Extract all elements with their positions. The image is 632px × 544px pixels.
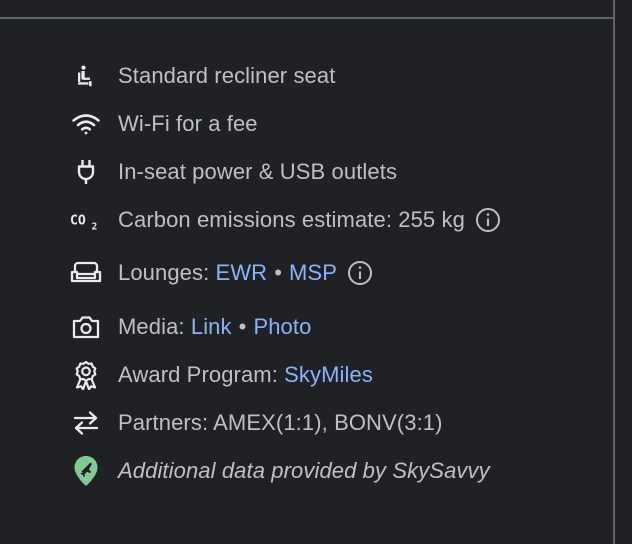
amenity-carbon: CO 2 Carbon emissions estimate: 255 kg: [70, 204, 501, 236]
amenity-seat: Standard recliner seat: [70, 60, 335, 92]
award-ribbon-icon: [70, 359, 102, 391]
lounge-sofa-icon: [70, 257, 102, 289]
amenity-lounges-text: Lounges: EWR • MSP: [118, 260, 373, 286]
right-divider: [613, 0, 615, 544]
amenity-partners: Partners: AMEX(1:1), BONV(3:1): [70, 407, 443, 439]
data-source-attribution: Additional data provided by SkySavvy: [70, 455, 490, 487]
amenity-media: Media: Link • Photo: [70, 311, 311, 343]
lounges-separator: •: [274, 260, 282, 285]
amenity-award-text: Award Program: SkyMiles: [118, 362, 373, 388]
camera-icon: [70, 311, 102, 343]
amenity-media-text: Media: Link • Photo: [118, 314, 311, 340]
amenity-award: Award Program: SkyMiles: [70, 359, 373, 391]
lounge-link-ewr[interactable]: EWR: [216, 260, 268, 286]
amenity-wifi-label: Wi-Fi for a fee: [118, 111, 258, 136]
media-link-link[interactable]: Link: [191, 314, 232, 340]
amenity-wifi: Wi-Fi for a fee: [70, 108, 258, 140]
swap-arrows-icon: [70, 407, 102, 439]
amenity-carbon-text: Carbon emissions estimate: 255 kg: [118, 207, 501, 233]
lounge-link-msp[interactable]: MSP: [289, 260, 337, 286]
amenity-partners-label: Partners: AMEX(1:1), BONV(3:1): [118, 410, 443, 435]
media-separator: •: [238, 314, 247, 339]
media-prefix: Media:: [118, 314, 191, 339]
power-plug-icon: [70, 156, 102, 188]
svg-text:2: 2: [92, 221, 98, 232]
lounges-info-icon[interactable]: [347, 260, 373, 286]
wifi-icon: [70, 108, 102, 140]
location-plane-icon: [70, 455, 102, 487]
amenity-power-label: In-seat power & USB outlets: [118, 159, 398, 184]
data-source-label: Additional data provided by SkySavvy: [118, 458, 490, 483]
award-program-link[interactable]: SkyMiles: [284, 362, 373, 388]
amenity-carbon-label: Carbon emissions estimate: 255 kg: [118, 207, 465, 232]
svg-text:CO: CO: [70, 214, 86, 229]
media-link-photo[interactable]: Photo: [253, 314, 311, 340]
seat-icon: [70, 60, 102, 92]
carbon-info-icon[interactable]: [475, 207, 501, 233]
amenity-lounges: Lounges: EWR • MSP: [70, 257, 373, 289]
co2-icon: CO 2: [70, 204, 102, 236]
top-divider: [0, 17, 615, 19]
award-prefix: Award Program:: [118, 362, 285, 387]
lounges-prefix: Lounges:: [118, 260, 216, 285]
amenity-power: In-seat power & USB outlets: [70, 156, 397, 188]
amenity-seat-label: Standard recliner seat: [118, 63, 336, 88]
